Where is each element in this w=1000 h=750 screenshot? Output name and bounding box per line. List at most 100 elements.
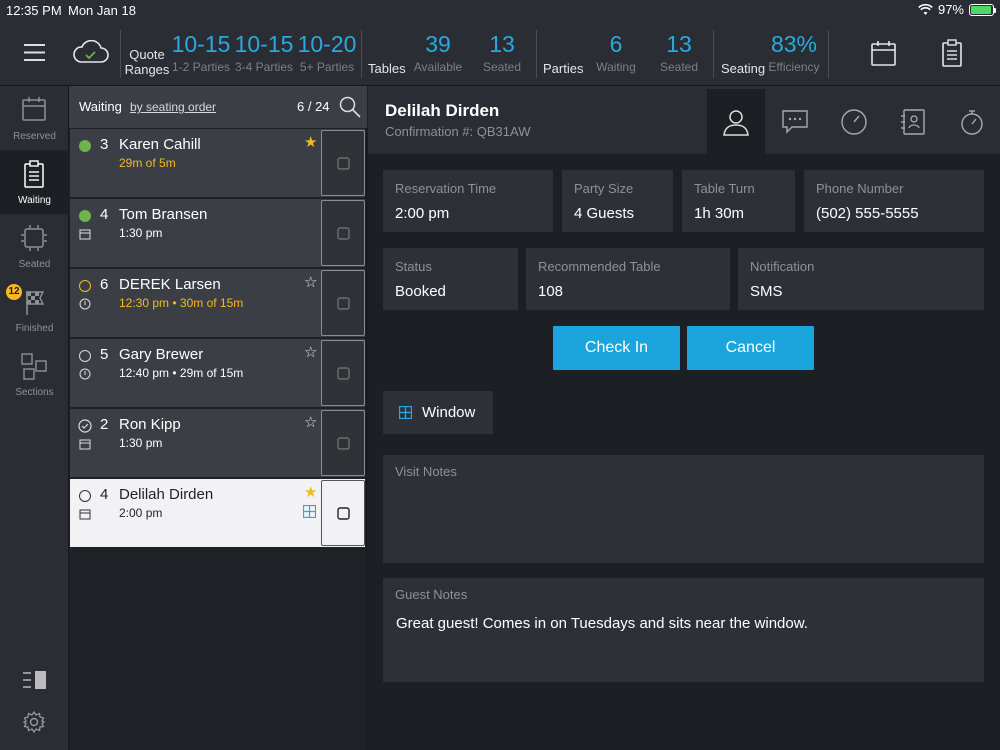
sidebar-item-label: Reserved xyxy=(13,131,56,142)
waitlist-row[interactable]: 2 Ron Kipp 1:30 pm ☆ xyxy=(70,409,365,477)
clipboard-icon xyxy=(24,160,44,188)
star-outline-icon[interactable]: ☆ xyxy=(304,413,317,431)
notification-field[interactable]: Notification SMS xyxy=(738,248,984,310)
gear-icon[interactable] xyxy=(23,711,45,733)
cloud-sync-icon[interactable] xyxy=(72,40,109,64)
star-outline-icon[interactable]: ☆ xyxy=(304,343,317,361)
reservation-time: 2:00 pm xyxy=(119,506,163,520)
status-dot xyxy=(79,140,91,152)
range-label: 5+ Parties xyxy=(299,60,355,74)
sidebar-item-label: Finished xyxy=(15,323,54,334)
parties-waiting: 6 Waiting xyxy=(588,31,644,74)
tab-history[interactable] xyxy=(825,89,883,154)
battery-icon xyxy=(969,3,996,16)
stat-label: Seated xyxy=(659,60,699,74)
seat-button[interactable] xyxy=(321,270,365,336)
visit-notes-field[interactable]: Visit Notes xyxy=(383,455,984,563)
waitlist-row[interactable]: 6 DEREK Larsen 12:30 pm • 30m of 15m ☆ xyxy=(70,269,365,337)
star-icon[interactable]: ★ xyxy=(304,133,317,151)
seat-button[interactable] xyxy=(321,130,365,196)
guest-name: Tom Bransen xyxy=(119,206,208,223)
clock-icon xyxy=(841,109,867,135)
range-label: 1-2 Parties xyxy=(171,60,231,74)
sidebar-item-waiting[interactable]: Waiting xyxy=(0,150,69,214)
table-icon xyxy=(337,367,350,380)
tab-messages[interactable] xyxy=(766,89,824,154)
calendar-icon xyxy=(79,439,91,450)
checkered-flag-icon xyxy=(26,291,45,315)
waitlist-title: Waiting xyxy=(79,99,122,114)
sort-order-link[interactable]: by seating order xyxy=(130,100,216,114)
range-label: 3-4 Parties xyxy=(234,60,294,74)
seating-label: Seating xyxy=(721,61,766,76)
seat-button[interactable] xyxy=(321,200,365,266)
sidebar-item-sections[interactable]: Sections xyxy=(0,342,69,406)
guest-name: DEREK Larsen xyxy=(119,276,221,293)
seat-button[interactable] xyxy=(321,340,365,406)
waitlist-row[interactable]: 5 Gary Brewer 12:40 pm • 29m of 15m ☆ xyxy=(70,339,365,407)
tab-timer[interactable] xyxy=(943,89,1000,154)
wifi-icon xyxy=(918,3,933,15)
clock-alert-icon xyxy=(79,368,91,380)
stat-value: 13 xyxy=(489,31,515,57)
field-value: 1h 30m xyxy=(694,205,745,222)
seat-button[interactable] xyxy=(321,410,365,476)
sidebar-item-seated[interactable]: Seated xyxy=(0,214,69,278)
search-icon[interactable] xyxy=(339,96,361,118)
phone-number-field[interactable]: Phone Number (502) 555-5555 xyxy=(804,170,984,232)
star-icon[interactable]: ★ xyxy=(304,483,317,501)
guest-name-title: Delilah Dirden xyxy=(385,101,500,120)
waitlist-count: 6 / 24 xyxy=(297,99,330,114)
field-label: Table Turn xyxy=(694,181,755,196)
tab-guest-profile[interactable] xyxy=(707,89,765,154)
seat-button[interactable] xyxy=(321,480,365,546)
battery-percent: 97% xyxy=(937,2,964,17)
collapse-panel-icon[interactable] xyxy=(23,671,47,689)
field-value: 108 xyxy=(538,283,564,300)
reservation-time-field: Reservation Time 2:00 pm xyxy=(383,170,553,232)
check-in-button[interactable]: Check In xyxy=(553,326,680,370)
status-dot xyxy=(79,350,91,362)
status-dot xyxy=(79,490,91,502)
sidebar-item-reserved[interactable]: Reserved xyxy=(0,86,69,150)
stat-value: 6 xyxy=(609,31,623,57)
waitlist-row[interactable]: 4 Tom Bransen 1:30 pm xyxy=(70,199,365,267)
stat-label: Seated xyxy=(482,60,522,74)
waitlist-row-selected[interactable]: 4 Delilah Dirden 2:00 pm ★ xyxy=(70,479,365,547)
person-icon xyxy=(723,110,749,136)
guest-name: Ron Kipp xyxy=(119,416,181,433)
window-seat-icon xyxy=(303,505,316,518)
field-label: Party Size xyxy=(574,181,634,196)
status-dot xyxy=(79,280,91,292)
stat-value: 39 xyxy=(425,31,451,57)
waitlist-row[interactable]: 3 Karen Cahill 29m of 5m ★ xyxy=(70,129,365,197)
quote-label-1: Quote xyxy=(129,47,165,62)
party-size: 5 xyxy=(100,346,109,363)
seating-preference-tag[interactable]: Window xyxy=(383,391,493,434)
range-5-plus: 10-20 5+ Parties xyxy=(296,31,358,74)
tab-contacts[interactable] xyxy=(884,89,942,154)
table-icon xyxy=(337,157,350,170)
chat-icon xyxy=(782,110,808,134)
finished-count-badge: 12 xyxy=(6,284,22,300)
cancel-button[interactable]: Cancel xyxy=(687,326,814,370)
party-size: 3 xyxy=(100,136,109,153)
check-circle-icon xyxy=(78,419,92,433)
calendar-icon[interactable] xyxy=(871,40,896,66)
parties-seated: 13 Seated xyxy=(651,31,707,74)
clipboard-icon[interactable] xyxy=(942,39,962,67)
table-icon xyxy=(337,297,350,310)
party-size-field: Party Size 4 Guests xyxy=(562,170,673,232)
wait-time: 12:30 pm • 30m of 15m xyxy=(119,296,244,310)
status-field[interactable]: Status Booked xyxy=(383,248,518,310)
star-outline-icon[interactable]: ☆ xyxy=(304,273,317,291)
clock-alert-icon xyxy=(79,298,91,310)
menu-icon[interactable] xyxy=(24,44,45,61)
status-dot xyxy=(79,210,91,222)
field-label: Phone Number xyxy=(816,181,904,196)
stat-value: 83% xyxy=(770,31,818,57)
guest-notes-field[interactable]: Guest Notes Great guest! Comes in on Tue… xyxy=(383,578,984,682)
recommended-table-field[interactable]: Recommended Table 108 xyxy=(526,248,730,310)
calendar-icon xyxy=(22,97,46,121)
party-size: 4 xyxy=(100,206,109,223)
